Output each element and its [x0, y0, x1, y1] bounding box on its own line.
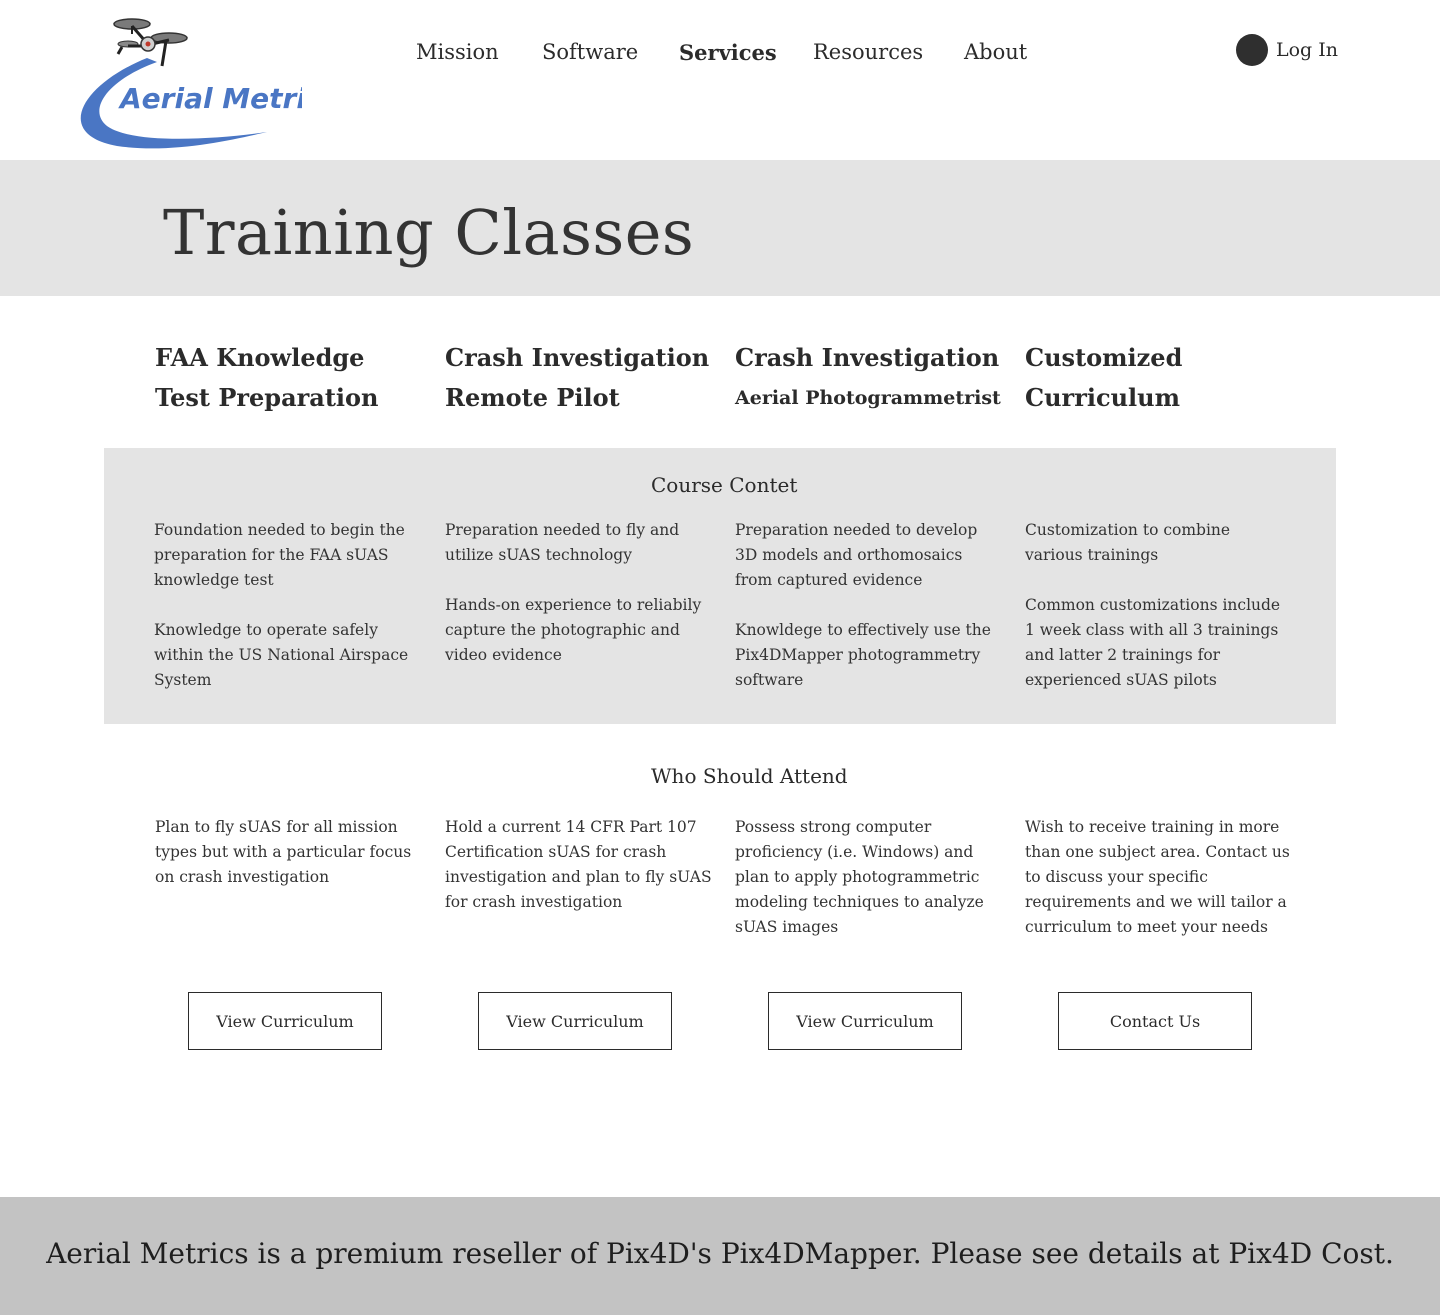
attend-col-4: Wish to receive training in more than on… [1025, 818, 1290, 936]
login-button[interactable]: Log In [1236, 34, 1338, 66]
page-title: Training Classes [163, 196, 695, 269]
course-heading-remote-pilot: Crash Investigation Remote Pilot [445, 338, 725, 418]
login-label: Log In [1276, 39, 1339, 61]
site-footer: Aerial Metrics is a premium reseller of … [0, 1197, 1440, 1315]
course-content-item: Customization to combine various trainin… [1025, 521, 1231, 564]
course-content-col-4: Customization to combine various trainin… [1025, 518, 1287, 693]
course-content-item: Knowldege to effectively use the Pix4DMa… [735, 621, 991, 689]
view-curriculum-photogrammetrist-button[interactable]: View Curriculum [768, 992, 962, 1050]
course-heading-line2: Aerial Photogrammetrist [735, 387, 1001, 409]
course-heading-line2: Test Preparation [155, 383, 379, 412]
course-content-item: Knowledge to operate safely within the U… [154, 621, 409, 689]
nav-software[interactable]: Software [542, 40, 638, 64]
course-content-col-2: Preparation needed to fly and utilize sU… [445, 518, 707, 668]
course-heading-line1: Customized [1025, 343, 1183, 372]
course-content-item: Preparation needed to develop 3D models … [735, 521, 978, 589]
contact-us-button[interactable]: Contact Us [1058, 992, 1252, 1050]
course-content-col-3: Preparation needed to develop 3D models … [735, 518, 997, 693]
course-heading-photogrammetrist: Crash Investigation Aerial Photogrammetr… [735, 338, 1015, 418]
attend-col-3: Possess strong computer proficiency (i.e… [735, 818, 984, 936]
attend-col-2: Hold a current 14 CFR Part 107 Certifica… [445, 818, 712, 911]
nav-mission[interactable]: Mission [416, 40, 499, 64]
course-heading-line1: Crash Investigation [445, 343, 710, 372]
view-curriculum-faa-button[interactable]: View Curriculum [188, 992, 382, 1050]
title-band: Training Classes [0, 160, 1440, 296]
course-content-item: Hands-on experience to reliabily capture… [445, 596, 702, 664]
nav-about[interactable]: About [964, 40, 1027, 64]
drone-icon [113, 18, 188, 67]
avatar-icon [1236, 34, 1268, 66]
course-heading-line1: Crash Investigation [735, 343, 1000, 372]
nav-resources[interactable]: Resources [813, 40, 923, 64]
who-should-attend-title: Who Should Attend [651, 764, 848, 788]
course-heading-line2: Remote Pilot [445, 383, 620, 412]
course-content-item: Common customizations include 1 week cla… [1025, 596, 1281, 689]
footer-reseller-text: Aerial Metrics is a premium reseller of … [46, 1237, 1394, 1270]
course-content-item: Foundation needed to begin the preparati… [154, 521, 405, 589]
course-heading-customized: Customized Curriculum [1025, 338, 1305, 418]
course-content-item: Preparation needed to fly and utilize sU… [445, 521, 680, 564]
course-heading-line1: FAA Knowledge [155, 343, 365, 372]
course-content-col-1: Foundation needed to begin the preparati… [154, 518, 416, 693]
svg-text:Aerial Metrics: Aerial Metrics [118, 82, 302, 115]
course-heading-line2: Curriculum [1025, 383, 1180, 412]
view-curriculum-remote-pilot-button[interactable]: View Curriculum [478, 992, 672, 1050]
aerial-metrics-logo[interactable]: Aerial Metrics [62, 14, 339, 154]
nav-services[interactable]: Services [679, 40, 777, 65]
site-header: Aerial Metrics Mission Software Services… [0, 0, 1440, 160]
course-content-title: Course Contet [651, 473, 798, 497]
attend-col-1: Plan to fly sUAS for all mission types b… [155, 818, 412, 886]
course-heading-faa: FAA Knowledge Test Preparation [155, 338, 435, 418]
